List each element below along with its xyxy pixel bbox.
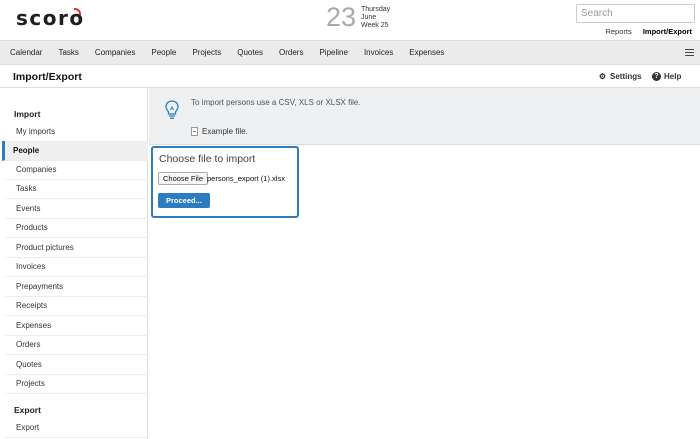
nav-people[interactable]: People (151, 48, 176, 57)
date-info: Thursday June Week 25 (361, 6, 390, 30)
nav-quotes[interactable]: Quotes (237, 48, 263, 57)
upload-title: Choose file to import (159, 153, 256, 165)
top-links: Reports Import/Export (596, 27, 692, 36)
sidebar-item-invoices[interactable]: Invoices (5, 257, 148, 277)
date-week: Week 25 (361, 22, 389, 29)
sidebar-heading-export: Export (14, 405, 41, 415)
settings-button[interactable]: ⚙ Settings (598, 72, 642, 81)
top-bar: scoro 23 Thursday June Week 25 Reports I… (0, 0, 700, 40)
example-file-link[interactable]: Example file. (191, 127, 248, 136)
sidebar-heading-import: Import (14, 109, 41, 119)
sidebar: Import My imports People Companies Tasks… (0, 88, 148, 439)
page-title: Import/Export (13, 71, 82, 83)
sidebar-item-expenses[interactable]: Expenses (5, 316, 148, 336)
main-nav: Calendar Tasks Companies People Projects… (0, 40, 700, 65)
hamburger-icon[interactable] (685, 49, 694, 56)
nav-expenses[interactable]: Expenses (409, 48, 444, 57)
selected-file-name: persons_export (1).xlsx (207, 174, 285, 183)
sidebar-item-products[interactable]: Products (5, 218, 148, 238)
help-icon: ? (652, 72, 661, 81)
help-label: Help (664, 72, 682, 81)
sidebar-item-events[interactable]: Events (5, 199, 148, 219)
reports-link[interactable]: Reports (605, 27, 631, 36)
date-weekday: Thursday (361, 6, 391, 13)
proceed-button[interactable]: Proceed... (158, 193, 210, 208)
search-input[interactable] (576, 4, 695, 23)
sidebar-item-product-pictures[interactable]: Product pictures (5, 238, 148, 258)
info-text: To import persons use a CSV, XLS or XLSX… (191, 98, 361, 107)
date-day: 23 (326, 2, 357, 32)
sidebar-item-export[interactable]: Export (5, 418, 148, 438)
sidebar-item-orders[interactable]: Orders (5, 335, 148, 355)
nav-tasks[interactable]: Tasks (58, 48, 78, 57)
nav-invoices[interactable]: Invoices (364, 48, 393, 57)
sidebar-item-my-imports[interactable]: My imports (5, 122, 148, 142)
nav-orders[interactable]: Orders (279, 48, 303, 57)
nav-pipeline[interactable]: Pipeline (319, 48, 347, 57)
nav-calendar[interactable]: Calendar (10, 48, 42, 57)
file-icon (191, 127, 198, 136)
page-header: Import/Export ⚙ Settings ? Help (0, 65, 700, 88)
example-file-label: Example file. (202, 127, 248, 136)
sidebar-item-quotes[interactable]: Quotes (5, 355, 148, 375)
date-month: June (361, 14, 377, 21)
nav-projects[interactable]: Projects (192, 48, 221, 57)
settings-label: Settings (610, 72, 642, 81)
sidebar-item-people[interactable]: People (2, 141, 148, 161)
sidebar-item-tasks[interactable]: Tasks (5, 179, 148, 199)
sidebar-item-projects[interactable]: Projects (5, 374, 148, 394)
sidebar-item-companies[interactable]: Companies (5, 160, 148, 180)
sidebar-item-prepayments[interactable]: Prepayments (5, 277, 148, 297)
info-box: To import persons use a CSV, XLS or XLSX… (149, 88, 700, 145)
gear-icon: ⚙ (598, 72, 607, 81)
upload-panel: Choose file to import Choose File person… (151, 146, 299, 218)
sidebar-item-receipts[interactable]: Receipts (5, 296, 148, 316)
lightbulb-icon (165, 100, 179, 119)
choose-file-button[interactable]: Choose File (158, 172, 209, 185)
nav-companies[interactable]: Companies (95, 48, 135, 57)
help-button[interactable]: ? Help (652, 72, 681, 81)
import-export-link[interactable]: Import/Export (643, 27, 692, 36)
